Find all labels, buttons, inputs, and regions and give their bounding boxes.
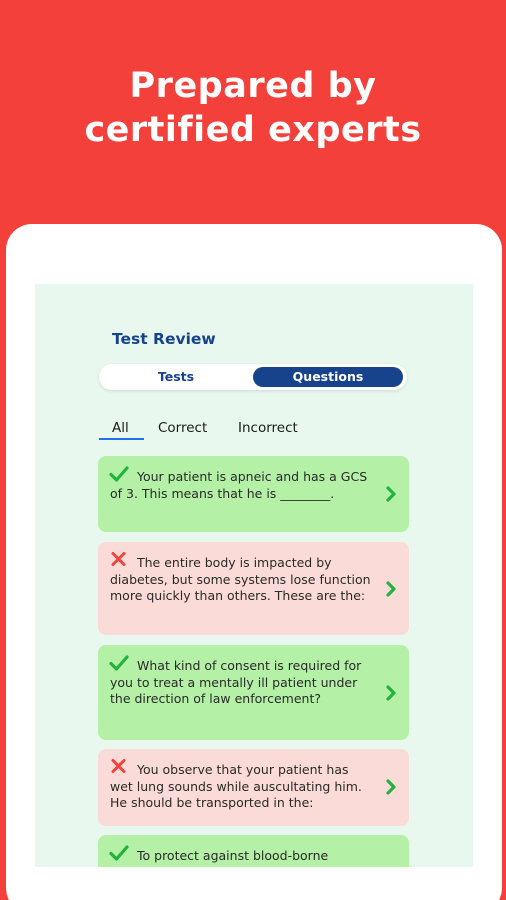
- filter-incorrect[interactable]: Incorrect: [238, 420, 298, 436]
- question-text: Your patient is apneic and has a GCS of …: [110, 469, 368, 501]
- question-card[interactable]: Your patient is apneic and has a GCS of …: [98, 456, 409, 532]
- promo-line-1: Prepared by: [129, 66, 377, 106]
- question-card[interactable]: What kind of consent is required for you…: [98, 645, 409, 740]
- question-text: The entire body is impacted by diabetes,…: [110, 555, 371, 603]
- tab-questions[interactable]: Questions: [253, 367, 403, 387]
- question-text: What kind of consent is required for you…: [110, 658, 362, 706]
- page-title: Test Review: [112, 330, 216, 348]
- chevron-right-icon[interactable]: [384, 684, 398, 702]
- filter-all[interactable]: All: [112, 420, 129, 436]
- question-text: To protect against blood-borne: [137, 848, 329, 863]
- review-mode-toggle: Tests Questions: [99, 364, 407, 390]
- question-text: You observe that your patient has wet lu…: [110, 762, 362, 810]
- chevron-right-icon[interactable]: [384, 485, 398, 503]
- chevron-right-icon[interactable]: [384, 778, 398, 796]
- promo-line-2: certified experts: [84, 110, 422, 150]
- question-card[interactable]: You observe that your patient has wet lu…: [98, 749, 409, 826]
- tab-tests[interactable]: Tests: [99, 364, 253, 390]
- question-card[interactable]: The entire body is impacted by diabetes,…: [98, 542, 409, 635]
- chevron-right-icon[interactable]: [384, 580, 398, 598]
- filter-active-indicator: [99, 438, 144, 440]
- filter-correct[interactable]: Correct: [158, 420, 207, 436]
- question-card[interactable]: To protect against blood-borne: [98, 835, 409, 867]
- test-review-screen: Test Review Tests Questions All Correct …: [35, 284, 473, 867]
- promo-headline: Prepared by certified experts: [0, 64, 506, 152]
